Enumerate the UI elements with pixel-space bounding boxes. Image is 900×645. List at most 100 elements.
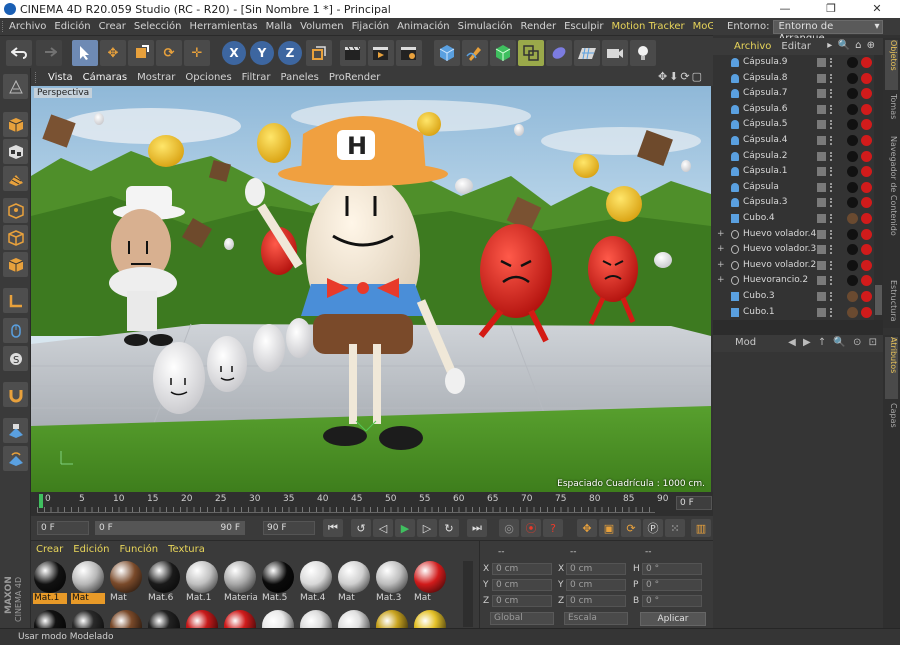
go-to-end-button[interactable]: ⏭	[467, 519, 487, 537]
material-tag[interactable]	[861, 103, 872, 115]
move-tool[interactable]: ✥	[100, 40, 126, 66]
object-row[interactable]: Cápsula.8	[713, 71, 883, 87]
viewport-menu-grip[interactable]	[35, 71, 39, 83]
material-tag[interactable]	[847, 88, 858, 100]
cloner-button[interactable]	[518, 40, 544, 66]
material-swatch[interactable]: Mat.5	[261, 561, 295, 607]
object-render-dots[interactable]	[830, 120, 834, 130]
live-selection-tool[interactable]	[72, 40, 98, 66]
undo-button[interactable]	[6, 40, 32, 66]
material-tag[interactable]	[861, 166, 872, 178]
snap-button[interactable]: S	[3, 346, 28, 371]
object-row[interactable]: Cubo.4	[713, 211, 883, 227]
material-preview-ball[interactable]	[414, 610, 446, 628]
material-tag[interactable]	[847, 291, 858, 302]
object-row[interactable]: Cápsula.6	[713, 102, 883, 118]
object-visibility-toggle[interactable]	[817, 229, 826, 239]
menu-animación[interactable]: Animación	[393, 21, 454, 32]
expand-icon[interactable]: +	[717, 258, 725, 273]
coord-value-field[interactable]: 0 cm	[566, 579, 626, 591]
material-menu-2[interactable]: Función	[114, 544, 163, 558]
keyframe-selection-button[interactable]: ◎	[499, 519, 519, 537]
material-tag[interactable]	[861, 275, 872, 287]
object-render-dots[interactable]	[830, 214, 834, 223]
menu-volumen[interactable]: Volumen	[296, 21, 348, 32]
material-tag[interactable]	[861, 181, 872, 193]
object-manager-tool-icons[interactable]: ▸ 🔍 ⌂ ⊕	[822, 40, 881, 51]
end-frame-field[interactable]: 90 F	[263, 521, 315, 535]
menu-fijación[interactable]: Fijación	[348, 21, 393, 32]
material-tag[interactable]	[861, 119, 872, 131]
object-visibility-toggle[interactable]	[817, 198, 826, 208]
object-visibility-toggle[interactable]	[817, 276, 826, 286]
transform-tool[interactable]: ✛	[184, 40, 210, 66]
material-tag[interactable]	[861, 197, 872, 209]
make-editable-button[interactable]	[3, 74, 28, 99]
object-render-dots[interactable]	[830, 229, 834, 239]
object-visibility-toggle[interactable]	[817, 104, 826, 114]
viewport-menu-3[interactable]: Opciones	[180, 72, 236, 83]
material-swatch[interactable]: Mat	[109, 561, 143, 607]
viewport-nav-icons[interactable]: ✥⬇⟳▢	[653, 70, 709, 83]
menubar-grip[interactable]	[2, 21, 3, 32]
viewport-menu-1[interactable]: Cámaras	[78, 72, 132, 83]
attribute-mode-menu[interactable]: Mod	[735, 337, 756, 348]
z-axis-lock[interactable]: Z	[278, 41, 302, 65]
material-preview-ball[interactable]	[224, 610, 256, 628]
coord-value-field[interactable]: 0 cm	[566, 595, 626, 607]
material-tag[interactable]	[847, 213, 858, 224]
object-row[interactable]: Cápsula.3	[713, 195, 883, 211]
light-button[interactable]	[630, 40, 656, 66]
menu-edición[interactable]: Edición	[50, 21, 94, 32]
autokey-button[interactable]: ?	[543, 519, 563, 537]
3d-viewport[interactable]: H Perspectiva Espaciado Cuadrícula : 100…	[31, 86, 711, 492]
material-tag[interactable]	[861, 306, 872, 318]
material-tag[interactable]	[861, 259, 872, 271]
object-render-dots[interactable]	[830, 167, 834, 177]
material-preview-ball[interactable]	[338, 610, 370, 628]
coord-size-mode-select[interactable]: Escala	[564, 612, 628, 625]
object-row[interactable]: Cápsula.9	[713, 55, 883, 71]
object-visibility-toggle[interactable]	[817, 73, 826, 83]
object-visibility-toggle[interactable]	[817, 260, 826, 270]
key-position-button[interactable]: ✥	[577, 519, 597, 537]
floor-button[interactable]	[574, 40, 600, 66]
render-settings-button[interactable]	[396, 40, 422, 66]
coord-value-field[interactable]: 0 °	[642, 595, 702, 607]
prev-key-button[interactable]: ↺	[351, 519, 371, 537]
object-row[interactable]: Cápsula.5	[713, 117, 883, 133]
material-swatch[interactable]: Mat	[413, 561, 447, 607]
workplane-mode-button[interactable]	[3, 166, 28, 191]
material-tag[interactable]	[847, 306, 858, 318]
attribute-side-tab-0[interactable]: Atributos	[885, 337, 898, 399]
go-to-start-button[interactable]: ⏮	[323, 519, 343, 537]
menu-motion-tracker[interactable]: Motion Tracker	[607, 21, 688, 32]
material-tag[interactable]	[861, 213, 872, 224]
viewport-menu-5[interactable]: Paneles	[276, 72, 324, 83]
coord-value-field[interactable]: 0 cm	[492, 579, 552, 591]
object-visibility-toggle[interactable]	[817, 136, 826, 145]
minimize-button[interactable]: —	[762, 0, 808, 18]
material-tag[interactable]	[847, 181, 858, 193]
timeline-playhead[interactable]	[39, 494, 43, 508]
current-frame-field[interactable]: 0 F	[676, 496, 712, 510]
object-visibility-toggle[interactable]	[817, 120, 826, 130]
menu-esculpir[interactable]: Esculpir	[560, 21, 607, 32]
material-tag[interactable]	[861, 88, 872, 100]
material-tag[interactable]	[861, 57, 872, 68]
material-swatch[interactable]: Material	[223, 561, 257, 607]
material-preview-ball[interactable]	[34, 610, 66, 628]
magnet-button[interactable]	[3, 382, 28, 407]
rotate-tool[interactable]: ⟳	[156, 40, 182, 66]
record-button[interactable]: ⦿	[521, 519, 541, 537]
object-row[interactable]: Cubo.3	[713, 289, 883, 305]
object-render-dots[interactable]	[830, 276, 834, 286]
object-render-dots[interactable]	[830, 292, 834, 301]
material-preview-ball[interactable]	[376, 610, 408, 628]
object-row[interactable]: + Huevo volador.2	[713, 258, 883, 274]
key-pla-button[interactable]: ⁙	[665, 519, 685, 537]
material-tag[interactable]	[847, 150, 858, 162]
coord-system-select[interactable]: Global	[490, 612, 554, 625]
material-swatch[interactable]: Mat.1	[185, 561, 219, 607]
model-mode-button[interactable]	[3, 112, 28, 137]
